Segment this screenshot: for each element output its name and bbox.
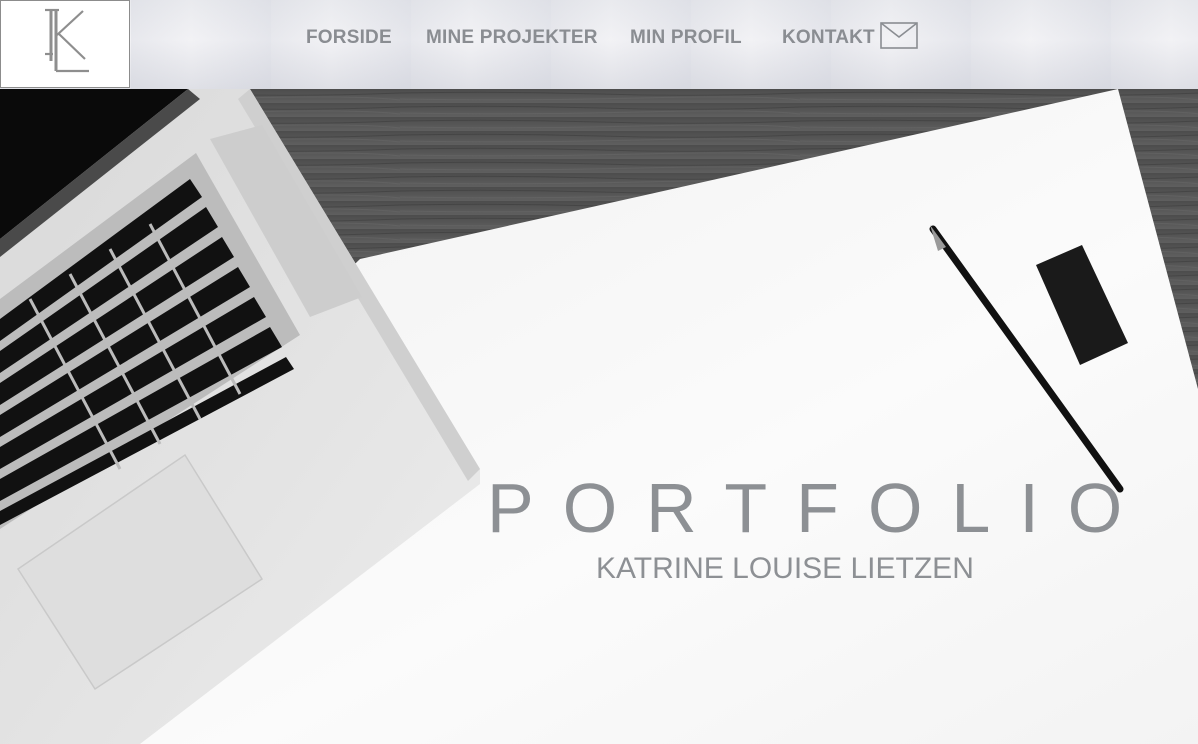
nav-kontakt[interactable]: KONTAKT bbox=[782, 27, 875, 49]
hero-banner: PORTFOLIO KATRINE LOUISE LIETZEN bbox=[0, 89, 1198, 744]
nav-min-profil[interactable]: MIN PROFIL bbox=[630, 27, 742, 49]
hero-title: PORTFOLIO bbox=[487, 469, 1152, 547]
nav-mine-projekter[interactable]: MINE PROJEKTER bbox=[426, 27, 598, 49]
hero-subtitle: KATRINE LOUISE LIETZEN bbox=[596, 552, 974, 585]
envelope-icon[interactable] bbox=[880, 22, 918, 49]
desk-hero-image bbox=[0, 89, 1198, 744]
main-nav: FORSIDE MINE PROJEKTER MIN PROFIL KONTAK… bbox=[0, 0, 1198, 74]
nav-forside[interactable]: FORSIDE bbox=[306, 27, 392, 49]
